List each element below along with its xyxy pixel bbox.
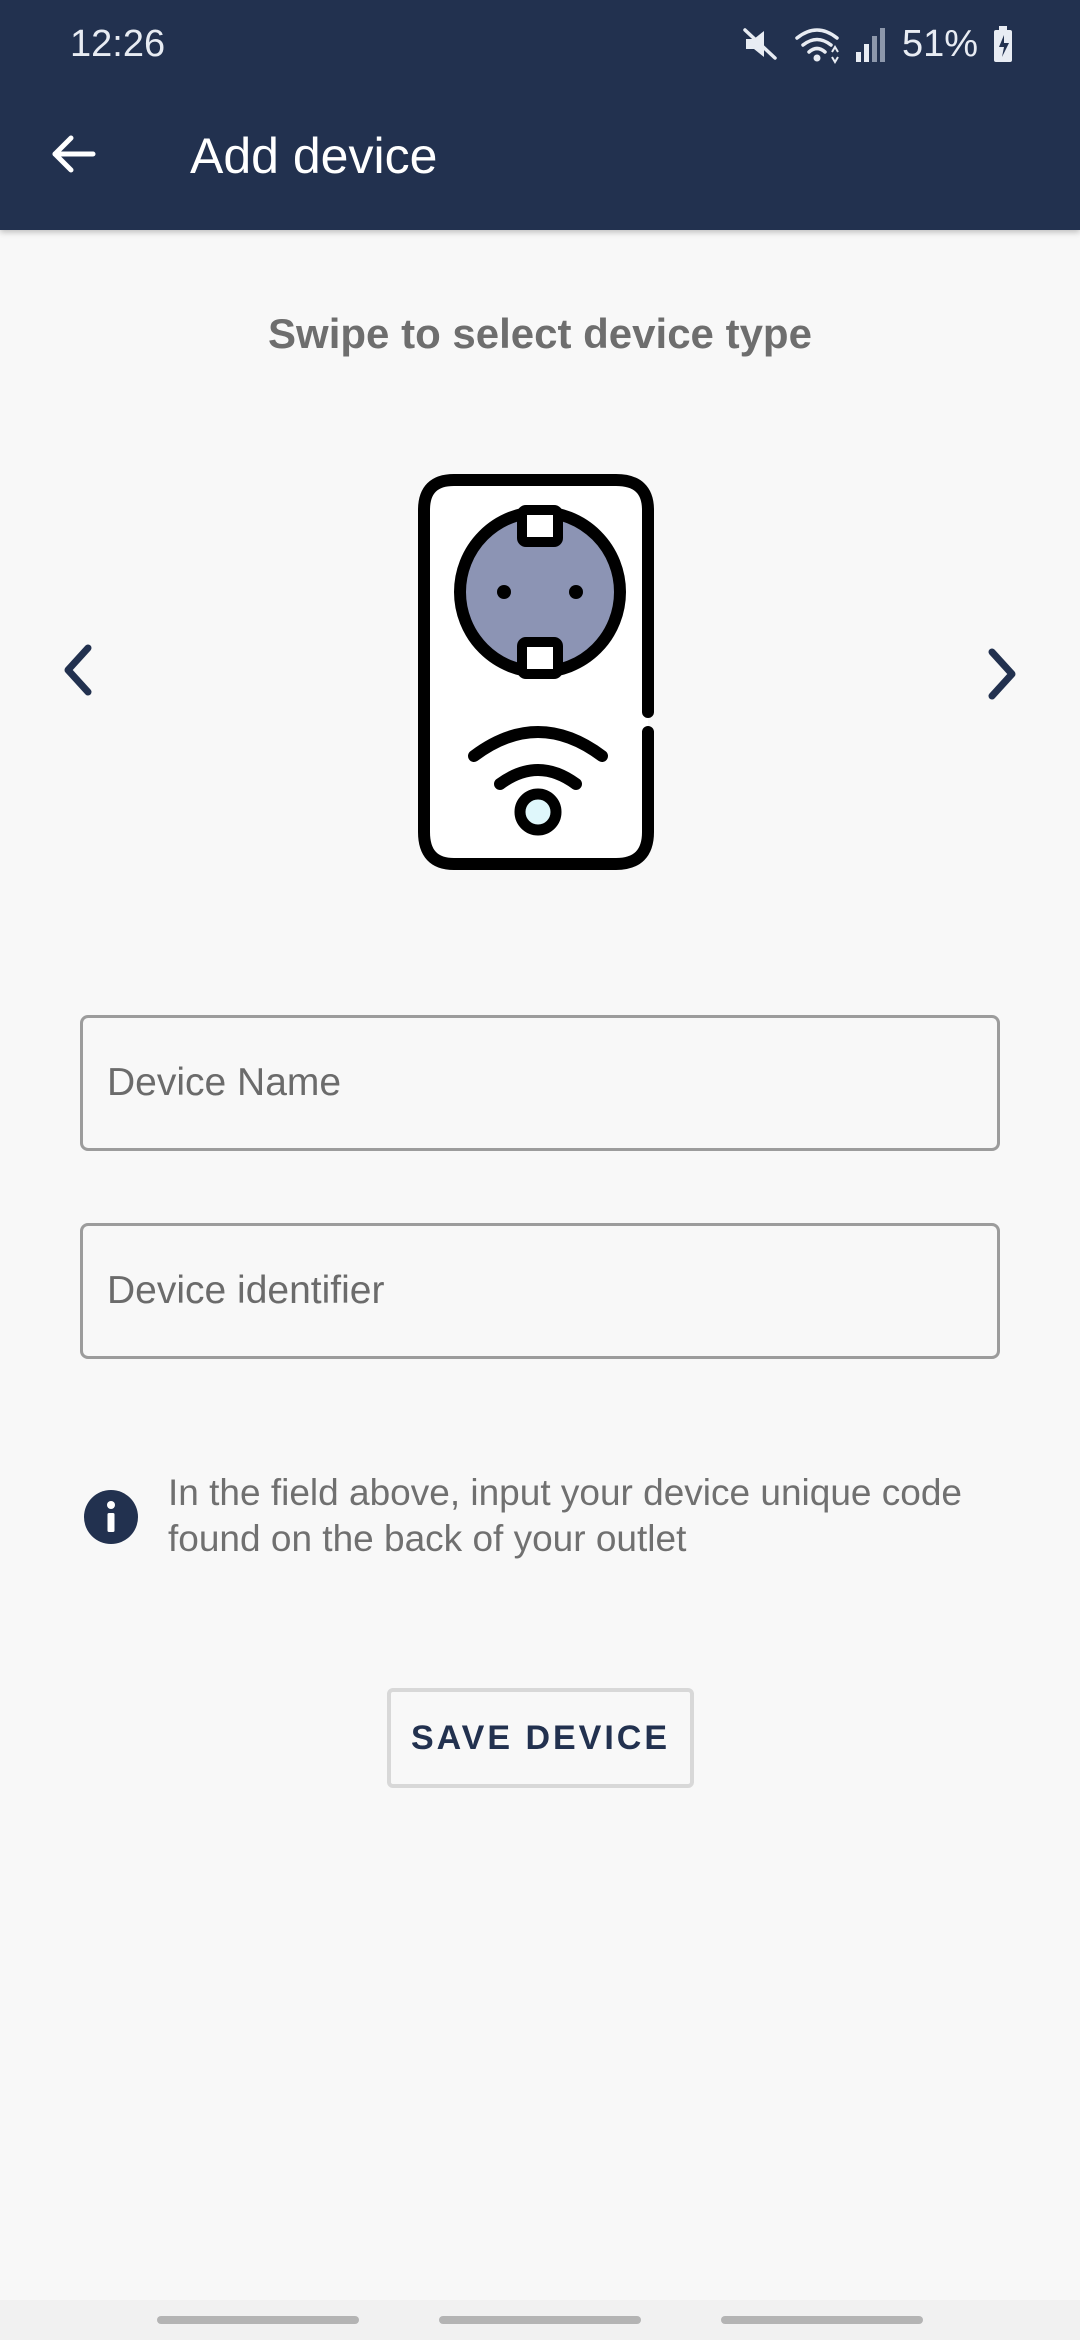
- status-icons: 51%: [740, 18, 1014, 70]
- battery-icon: [994, 26, 1012, 62]
- gesture-handle-center[interactable]: [439, 2316, 641, 2324]
- back-button[interactable]: [36, 116, 112, 192]
- previous-device-type-button[interactable]: [38, 630, 118, 710]
- swipe-instruction: Swipe to select device type: [268, 310, 812, 357]
- next-device-type-button[interactable]: [962, 634, 1042, 714]
- smart-plug-icon: [418, 474, 654, 870]
- save-device-button[interactable]: SAVE DEVICE: [387, 1688, 694, 1788]
- signal-icon: [855, 28, 885, 62]
- arrow-left-icon: [52, 135, 96, 173]
- info-text: In the field above, input your device un…: [168, 1472, 963, 1559]
- app-bar: 12:26 51% Add device: [0, 0, 1080, 230]
- status-time: 12:26: [70, 23, 166, 65]
- device-identifier-field[interactable]: [80, 1223, 1000, 1359]
- mute-icon: [743, 28, 777, 60]
- device-name-field[interactable]: [80, 1015, 1000, 1151]
- gesture-handle-left[interactable]: [157, 2316, 359, 2324]
- device-type-carousel[interactable]: [418, 472, 664, 872]
- page-title: Add device: [190, 128, 438, 184]
- wifi-icon: [795, 28, 839, 64]
- chevron-right-icon: [988, 648, 1016, 700]
- battery-percent: 51%: [901, 23, 978, 65]
- chevron-left-icon: [64, 644, 92, 696]
- gesture-handle-right[interactable]: [721, 2316, 923, 2324]
- info-icon: [84, 1490, 138, 1544]
